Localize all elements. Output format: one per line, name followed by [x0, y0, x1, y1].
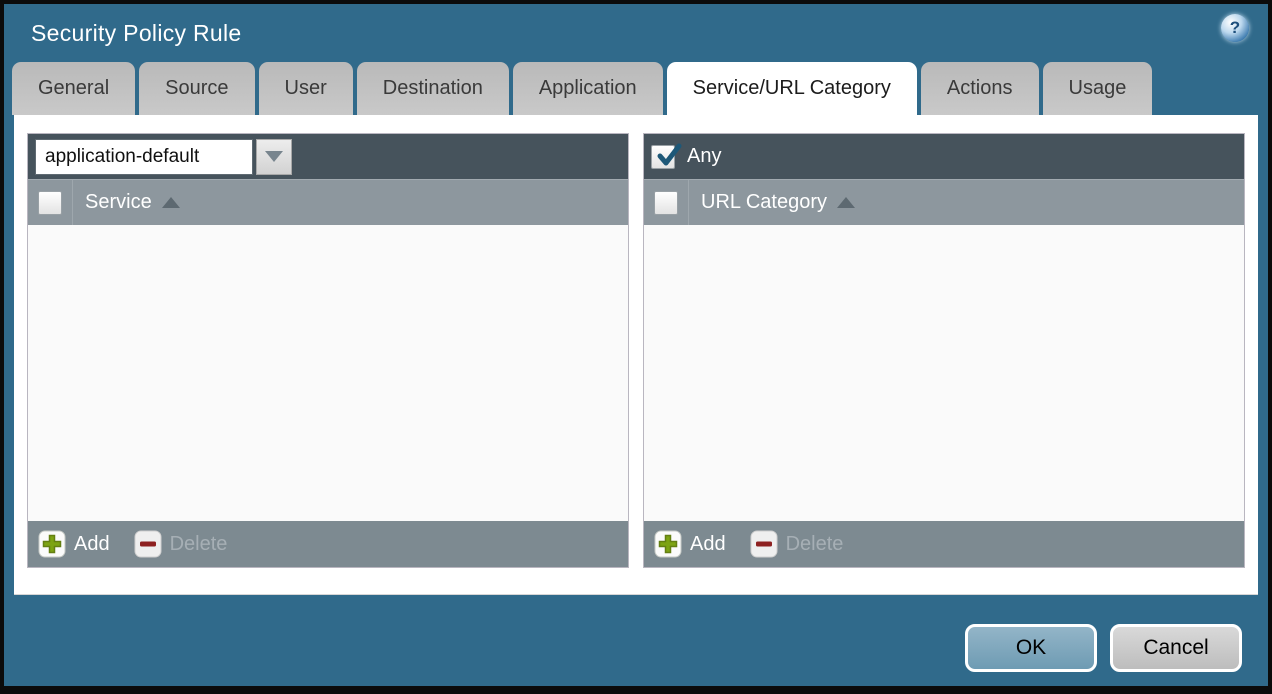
delete-minus-icon [750, 530, 778, 558]
dialog-button-row: OK Cancel [965, 624, 1242, 672]
service-type-dropdown[interactable]: application-default [35, 139, 292, 175]
any-checkbox[interactable] [651, 145, 675, 169]
sort-ascending-icon[interactable] [837, 197, 855, 208]
tab-source[interactable]: Source [139, 62, 254, 115]
url-category-select-all-cell [644, 180, 689, 225]
add-button-label: Add [74, 533, 110, 556]
url-category-column-header-row: URL Category [644, 179, 1244, 225]
ok-button[interactable]: OK [965, 624, 1097, 672]
service-column-header[interactable]: Service [85, 191, 152, 214]
service-select-all-cell [28, 180, 73, 225]
url-category-column-header[interactable]: URL Category [701, 191, 827, 214]
security-policy-rule-dialog: Security Policy Rule ? General Source Us… [4, 4, 1268, 686]
content-panel: application-default Service [14, 115, 1258, 595]
tab-application[interactable]: Application [513, 62, 663, 115]
screen: Security Policy Rule ? General Source Us… [0, 0, 1272, 694]
tab-destination[interactable]: Destination [357, 62, 509, 115]
delete-minus-icon [134, 530, 162, 558]
tab-user[interactable]: User [259, 62, 353, 115]
dialog-title: Security Policy Rule [31, 20, 242, 47]
sort-ascending-icon[interactable] [162, 197, 180, 208]
url-category-panel-header: Any [644, 134, 1244, 179]
tab-service-url-category[interactable]: Service/URL Category [667, 62, 917, 115]
cancel-button[interactable]: Cancel [1110, 624, 1242, 672]
service-toolbar: Add Delete [28, 521, 628, 567]
add-plus-icon [654, 530, 682, 558]
url-category-panel: Any URL Category Add [643, 133, 1245, 568]
url-category-toolbar: Add Delete [644, 521, 1244, 567]
service-column-header-row: Service [28, 179, 628, 225]
service-list [28, 225, 628, 521]
delete-button-label: Delete [170, 533, 228, 556]
url-category-delete-button[interactable]: Delete [750, 530, 844, 558]
delete-button-label: Delete [786, 533, 844, 556]
tab-general[interactable]: General [12, 62, 135, 115]
service-panel-header: application-default [28, 134, 628, 179]
service-panel: application-default Service [27, 133, 629, 568]
chevron-down-icon [265, 151, 283, 162]
url-category-select-all-checkbox[interactable] [654, 191, 678, 215]
url-category-list [644, 225, 1244, 521]
dialog-titlebar: Security Policy Rule ? [4, 4, 1268, 62]
help-icon[interactable]: ? [1221, 14, 1249, 42]
service-type-dropdown-value[interactable]: application-default [35, 139, 253, 175]
service-delete-button[interactable]: Delete [134, 530, 228, 558]
add-button-label: Add [690, 533, 726, 556]
checkmark-icon [653, 141, 683, 171]
any-checkbox-label[interactable]: Any [687, 145, 721, 168]
service-add-button[interactable]: Add [38, 530, 110, 558]
url-category-add-button[interactable]: Add [654, 530, 726, 558]
tab-strip: General Source User Destination Applicat… [12, 62, 1268, 115]
tab-usage[interactable]: Usage [1043, 62, 1153, 115]
service-select-all-checkbox[interactable] [38, 191, 62, 215]
tab-actions[interactable]: Actions [921, 62, 1039, 115]
service-type-dropdown-button[interactable] [256, 139, 292, 175]
add-plus-icon [38, 530, 66, 558]
